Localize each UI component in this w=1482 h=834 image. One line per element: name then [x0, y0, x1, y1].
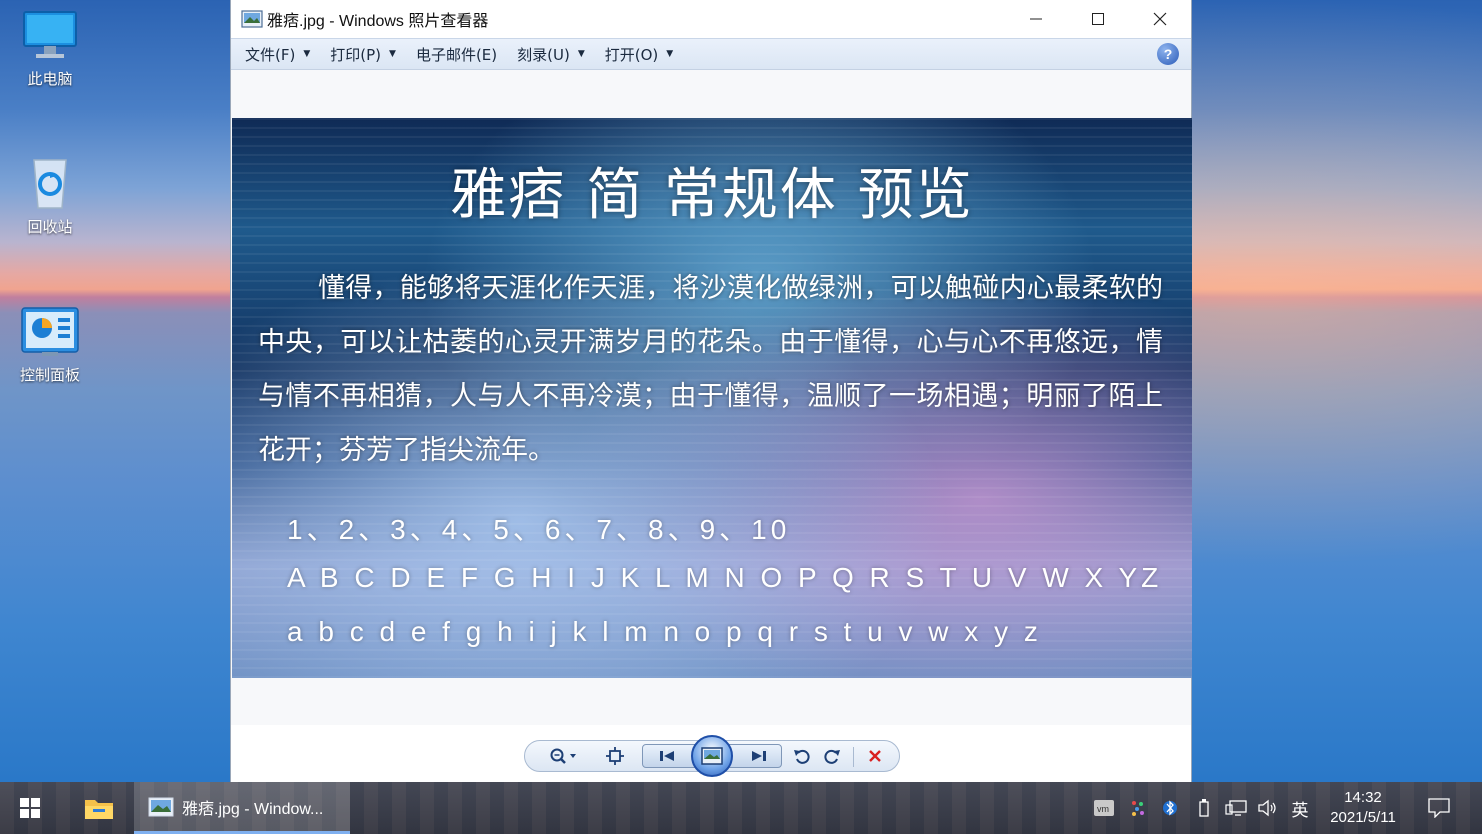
viewer-control-bar — [524, 735, 900, 777]
image-numbers-text: 1、2、3、4、5、6、7、8、9、10 — [287, 514, 791, 545]
clock-time: 14:32 — [1344, 789, 1382, 806]
menu-file[interactable]: 文件(F) ▼ — [245, 44, 310, 65]
title-bar[interactable]: 雅痞.jpg - Windows 照片查看器 — [231, 0, 1191, 38]
image-lowercase-text: a b c d e f g h i j k l m n o p q r s t … — [287, 616, 1042, 647]
menu-print[interactable]: 打印(P) ▼ — [330, 44, 396, 65]
minimize-icon — [1030, 18, 1042, 20]
chevron-down-icon: ▼ — [666, 49, 674, 59]
previous-icon — [660, 751, 674, 761]
menu-email-label: 电子邮件(E) — [415, 45, 498, 64]
network-icon — [1225, 800, 1247, 816]
menu-burn[interactable]: 刻录(U) ▼ — [517, 44, 585, 65]
slideshow-icon — [701, 747, 723, 765]
chevron-down-icon: ▼ — [389, 49, 396, 59]
next-button[interactable] — [741, 745, 777, 767]
tray-network[interactable] — [1224, 782, 1248, 834]
taskbar: 雅痞.jpg - Window... vm 英 14:32 2021/5/11 — [0, 782, 1482, 834]
actual-size-button[interactable] — [603, 745, 627, 767]
window-title: 雅痞.jpg - Windows 照片查看器 — [267, 13, 489, 30]
desktop-icon-label: 控制面板 — [19, 366, 80, 384]
delete-icon — [869, 750, 881, 762]
close-icon — [1153, 12, 1167, 26]
desktop-icon-label: 回收站 — [27, 218, 73, 236]
usb-drive-icon — [1199, 799, 1209, 817]
zoom-icon — [550, 748, 576, 764]
rotate-counterclockwise-icon — [794, 749, 810, 764]
svg-text:vm: vm — [1097, 804, 1109, 814]
menu-open-label: 打开(O) — [604, 45, 659, 64]
clock-date: 2021/5/11 — [1330, 809, 1396, 826]
color-dots-icon — [1132, 801, 1144, 816]
rotate-clockwise-button[interactable] — [821, 745, 843, 767]
maximize-button[interactable] — [1067, 0, 1129, 38]
image-uppercase-text: A B C D E F G H I J K L M N O P Q R S T … — [287, 562, 1163, 593]
close-button[interactable] — [1129, 0, 1191, 38]
notification-center-button[interactable] — [1424, 782, 1454, 834]
rotate-counterclockwise-button[interactable] — [791, 745, 813, 767]
image-viewport: 雅痞 简 常规体 预览 懂得，能够将天涯化作天涯，将沙漠化做绿洲，可以触碰内心最… — [231, 70, 1192, 725]
desktop-icon-this-pc[interactable]: 此电脑 — [8, 8, 92, 89]
menu-burn-label: 刻录(U) — [517, 45, 570, 64]
recycle-bin-icon — [20, 156, 80, 212]
tray-bluetooth[interactable] — [1160, 782, 1180, 834]
menu-file-label: 文件(F) — [245, 45, 296, 64]
tray-usb-device[interactable] — [1194, 782, 1214, 834]
desktop-icon-label: 此电脑 — [27, 70, 73, 88]
next-icon — [752, 751, 766, 761]
control-divider — [853, 747, 854, 767]
slideshow-button[interactable] — [691, 735, 733, 777]
actual-size-icon — [606, 747, 624, 765]
tray-vmware[interactable]: vm — [1092, 782, 1116, 834]
menu-open[interactable]: 打开(O) ▼ — [605, 44, 673, 65]
input-method-indicator[interactable]: 英 — [1288, 782, 1312, 834]
delete-button[interactable] — [863, 745, 887, 767]
photo-viewer-icon — [148, 797, 174, 816]
chevron-down-icon: ▼ — [577, 49, 585, 59]
menu-bar: 文件(F) ▼ 打印(P) ▼ 电子邮件(E) 刻录(U) ▼ 打开(O) ▼ ? — [231, 38, 1191, 70]
menu-print-label: 打印(P) — [330, 45, 382, 64]
photo-viewer-window: 雅痞.jpg - Windows 照片查看器 文件(F) ▼ 打印(P) ▼ 电子邮… — [230, 0, 1192, 782]
help-button[interactable]: ? — [1157, 43, 1179, 65]
desktop-icon-control-panel[interactable]: 控制面板 — [8, 304, 92, 385]
windows-logo-icon — [20, 798, 40, 818]
maximize-icon — [1092, 13, 1104, 25]
vmware-icon: vm — [1094, 800, 1114, 816]
speaker-icon — [1258, 799, 1276, 817]
zoom-button[interactable] — [547, 745, 581, 767]
image-paragraph-text: 懂得，能够将天涯化作天涯，将沙漠化做绿洲，可以触碰内心最柔软的中央，可以让枯萎的… — [258, 273, 1163, 466]
image-title-text: 雅痞 简 常规体 预览 — [450, 163, 974, 228]
control-panel-icon — [20, 304, 80, 360]
desktop-icon-recycle-bin[interactable]: 回收站 — [8, 156, 92, 237]
tray-volume[interactable] — [1256, 782, 1280, 834]
tray-color-app[interactable] — [1128, 782, 1148, 834]
menu-email[interactable]: 电子邮件(E) — [416, 44, 497, 65]
system-clock[interactable]: 14:32 2021/5/11 — [1318, 788, 1408, 828]
computer-icon — [20, 8, 80, 64]
previous-button[interactable] — [649, 745, 685, 767]
taskbar-task-label: 雅痞.jpg - Window... — [182, 800, 324, 818]
taskbar-photo-viewer-task[interactable]: 雅痞.jpg - Window... — [134, 782, 350, 834]
notification-icon — [1428, 798, 1450, 818]
displayed-image: 雅痞 简 常规体 预览 懂得，能够将天涯化作天涯，将沙漠化做绿洲，可以触碰内心最… — [232, 118, 1192, 678]
chevron-down-icon: ▼ — [303, 49, 311, 59]
minimize-button[interactable] — [1005, 0, 1067, 38]
file-explorer-button[interactable] — [76, 782, 122, 834]
bluetooth-icon — [1163, 800, 1177, 816]
rotate-clockwise-icon — [824, 749, 840, 764]
start-button[interactable] — [8, 782, 52, 834]
photo-viewer-icon — [241, 10, 263, 28]
folder-icon — [85, 800, 113, 819]
